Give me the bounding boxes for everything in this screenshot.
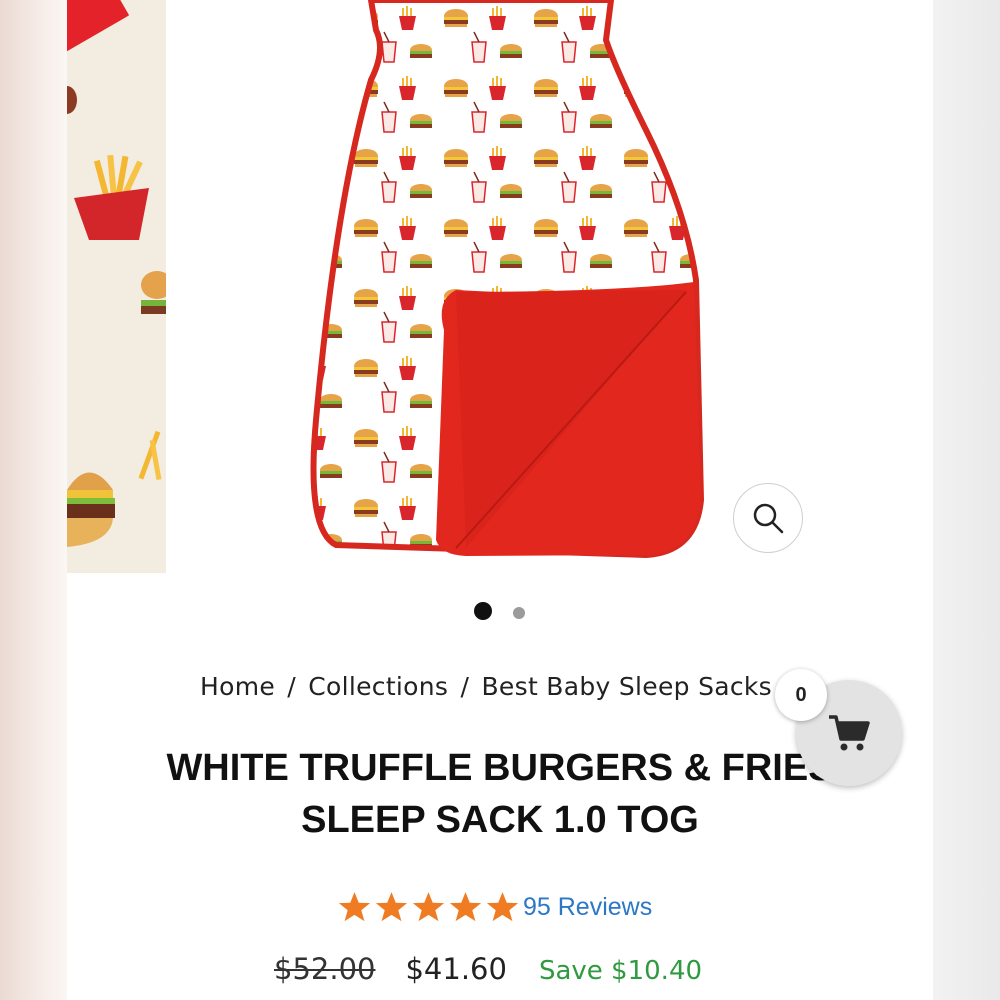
compare-at-price: $52.00 [274, 952, 376, 986]
sale-price: $41.60 [405, 952, 507, 986]
product-title-line1: WHITE TRUFFLE BURGERS & FRIES [166, 747, 834, 789]
product-rating: 95 Reviews [336, 889, 652, 925]
cart-icon [829, 715, 870, 751]
star-icon [375, 892, 408, 922]
star-icon [412, 892, 445, 922]
product-image[interactable] [166, 0, 933, 600]
breadcrumb-collections[interactable]: Collections [308, 672, 448, 701]
breadcrumb-current[interactable]: Best Baby Sleep Sacks [481, 672, 772, 701]
carousel-dot-1[interactable] [474, 602, 492, 620]
reviews-link[interactable]: 95 Reviews [523, 893, 652, 922]
cart-count-badge: 0 [775, 669, 827, 721]
star-icon [338, 892, 371, 922]
breadcrumb-separator: / [287, 672, 297, 701]
breadcrumb-separator: / [460, 672, 470, 701]
star-icon [486, 892, 519, 922]
breadcrumb-home[interactable]: Home [200, 672, 275, 701]
zoom-button[interactable] [733, 483, 803, 553]
search-icon [753, 503, 784, 534]
product-title: WHITE TRUFFLE BURGERS & FRIES SLEEP SACK… [100, 742, 900, 846]
price-row: $52.00 $41.60 Save $10.40 [274, 952, 702, 986]
previous-image-thumbnail[interactable] [67, 0, 166, 573]
breadcrumb: Home / Collections / Best Baby Sleep Sac… [200, 672, 772, 701]
product-title-line2: SLEEP SACK 1.0 TOG [301, 799, 699, 841]
carousel-dots [0, 602, 1000, 620]
food-pattern-image [67, 86, 166, 547]
savings-label: Save $10.40 [538, 956, 703, 986]
star-icon [449, 892, 482, 922]
carousel-dot-2[interactable] [513, 607, 525, 619]
star-rating [336, 890, 521, 924]
